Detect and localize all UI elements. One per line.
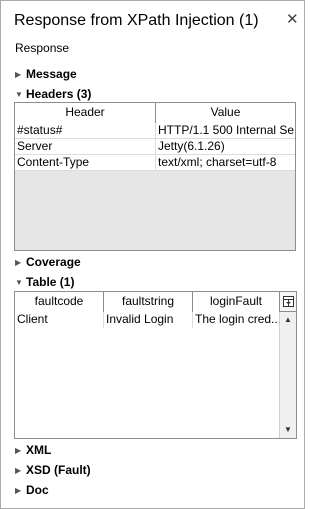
column-header-value[interactable]: Value (156, 103, 295, 123)
scroll-down-icon[interactable]: ▼ (280, 422, 296, 438)
response-panel: Response from XPath Injection (1) ✕ Resp… (0, 0, 305, 509)
loginfault-cell: The login cred... (195, 312, 279, 326)
section-xml-label: XML (26, 443, 52, 457)
section-table-label: Table (1) (26, 275, 75, 289)
section-table[interactable]: ▼ Table (1) (15, 274, 74, 290)
result-grid-header: faultcode faultstring loginFault (15, 292, 279, 312)
scroll-up-icon[interactable]: ▲ (280, 312, 296, 328)
table-row[interactable]: Server Jetty(6.1.26) (15, 139, 295, 155)
section-coverage-label: Coverage (26, 255, 81, 269)
section-doc[interactable]: ▶ Doc (15, 482, 49, 498)
column-chooser-icon[interactable] (279, 292, 296, 312)
title-bar: Response from XPath Injection (1) ✕ (1, 1, 304, 39)
headers-grid-header: Header Value (15, 103, 295, 123)
faultcode-cell: Client (15, 312, 104, 328)
column-header-loginfault[interactable]: loginFault (193, 292, 279, 312)
result-grid: faultcode faultstring loginFault Client … (14, 291, 297, 439)
section-coverage[interactable]: ▶ Coverage (15, 254, 81, 270)
chevron-right-icon: ▶ (15, 485, 22, 495)
column-header-faultstring[interactable]: faultstring (104, 292, 193, 312)
section-doc-label: Doc (26, 483, 49, 497)
headers-grid: Header Value #status# HTTP/1.1 500 Inter… (14, 102, 296, 251)
header-name-cell: #status# (15, 123, 156, 139)
chevron-down-icon: ▼ (15, 277, 23, 287)
header-value-cell: Jetty(6.1.26) (158, 139, 225, 153)
vertical-scrollbar[interactable]: ▲ ▼ (279, 312, 296, 438)
section-xsd-label: XSD (Fault) (26, 463, 91, 477)
table-row[interactable]: Content-Type text/xml; charset=utf-8 (15, 155, 295, 171)
section-headers[interactable]: ▼ Headers (3) (15, 86, 91, 102)
faultstring-cell: Invalid Login (104, 312, 193, 328)
section-headers-label: Headers (3) (26, 87, 92, 101)
chevron-down-icon: ▼ (15, 89, 23, 99)
response-subtitle: Response (15, 41, 70, 55)
column-header-header[interactable]: Header (15, 103, 156, 123)
section-xml[interactable]: ▶ XML (15, 442, 51, 458)
close-icon[interactable]: ✕ (286, 12, 299, 28)
chevron-right-icon: ▶ (15, 257, 22, 267)
section-xsd[interactable]: ▶ XSD (Fault) (15, 462, 91, 478)
header-name-cell: Server (15, 139, 156, 155)
chevron-right-icon: ▶ (15, 445, 22, 455)
header-value-cell: text/xml; charset=utf-8 (158, 155, 277, 169)
header-value-cell: HTTP/1.1 500 Internal Se... (158, 123, 295, 137)
section-message[interactable]: ▶ Message (15, 66, 77, 82)
chevron-right-icon: ▶ (15, 465, 22, 475)
table-row[interactable]: Client Invalid Login The login cred... (15, 312, 279, 328)
window-title: Response from XPath Injection (1) (14, 12, 259, 29)
column-header-faultcode[interactable]: faultcode (15, 292, 104, 312)
table-row[interactable]: #status# HTTP/1.1 500 Internal Se... (15, 123, 295, 139)
section-message-label: Message (26, 67, 77, 81)
chevron-right-icon: ▶ (15, 69, 22, 79)
header-name-cell: Content-Type (15, 155, 156, 171)
